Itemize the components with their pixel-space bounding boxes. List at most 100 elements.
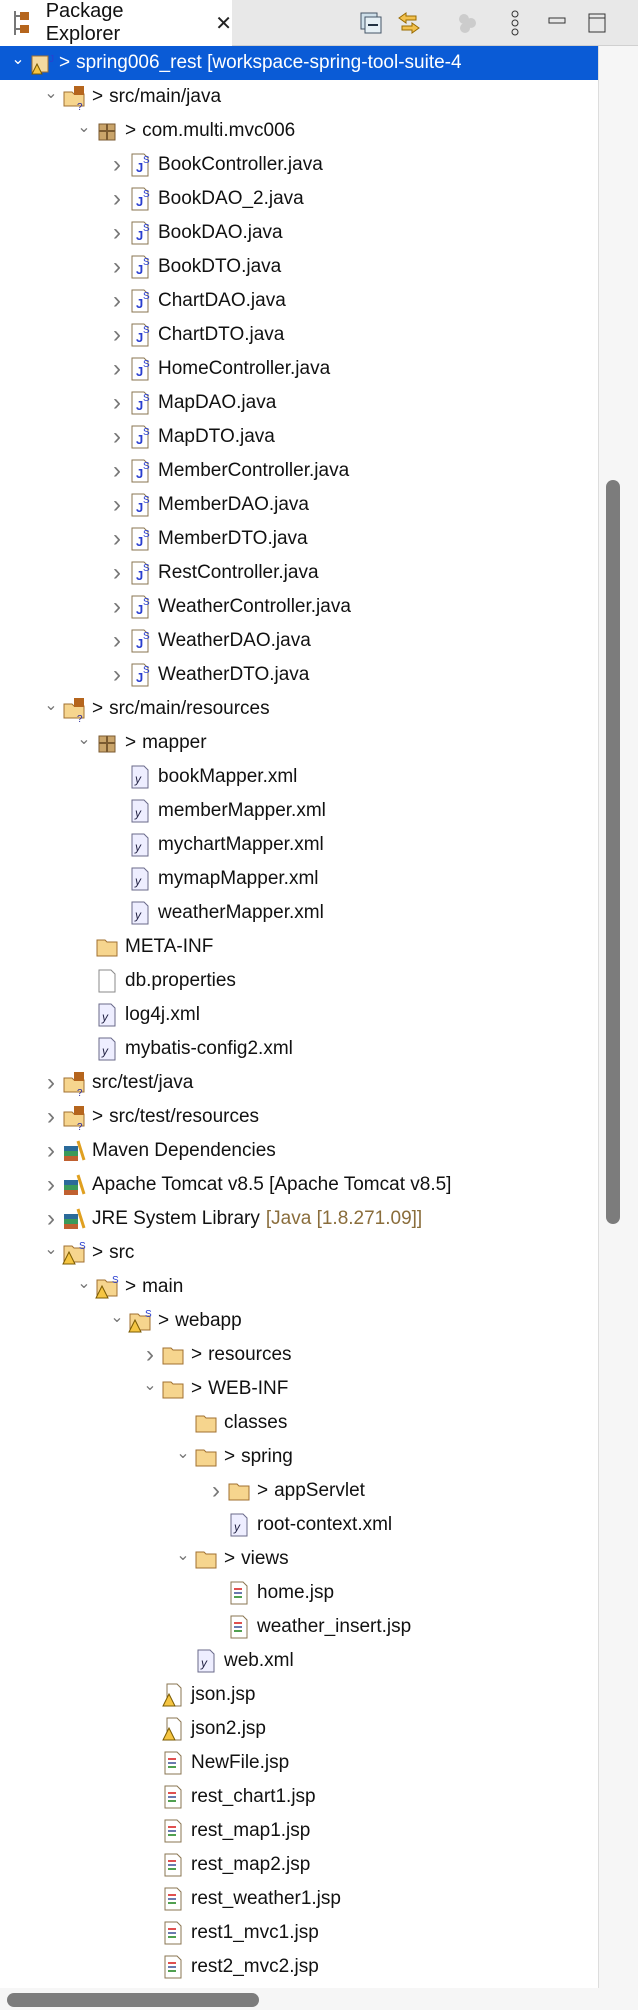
tree-item[interactable]: › J S WeatherDAO.java — [0, 624, 598, 658]
tree-item[interactable]: › J S MemberController.java — [0, 454, 598, 488]
chevron-down-icon[interactable]: ⌄ — [40, 695, 62, 715]
tree-item[interactable]: › J S WeatherController.java — [0, 590, 598, 624]
maximize-icon[interactable] — [582, 8, 612, 38]
horizontal-scroll-thumb[interactable] — [7, 1993, 259, 2007]
tree-item[interactable]: ⌄ J > spring006_rest [workspace-spring-tool… — [0, 46, 598, 80]
tree-item[interactable]: y mybatis-config2.xml — [0, 1032, 598, 1066]
chevron-down-icon[interactable]: ⌄ — [73, 729, 95, 749]
package-tree[interactable]: ⌄ J > spring006_rest [workspace-spring-tool… — [0, 46, 598, 1988]
tree-item[interactable]: › J S WeatherDTO.java — [0, 658, 598, 692]
chevron-right-icon[interactable]: › — [106, 389, 128, 417]
tree-item[interactable]: ⌄ S > webapp — [0, 1304, 598, 1338]
tree-item[interactable]: › J S BookDTO.java — [0, 250, 598, 284]
tree-item[interactable]: ⌄? > src/main/resources — [0, 692, 598, 726]
tree-item[interactable]: › J S MapDAO.java — [0, 386, 598, 420]
chevron-right-icon[interactable]: › — [106, 593, 128, 621]
tree-item[interactable]: META-INF — [0, 930, 598, 964]
chevron-down-icon[interactable]: ⌄ — [40, 1239, 62, 1259]
chevron-right-icon[interactable]: › — [106, 491, 128, 519]
tree-item[interactable]: ›? src/test/java — [0, 1066, 598, 1100]
tree-item[interactable]: › Apache Tomcat v8.5 [Apache Tomcat v8.5] — [0, 1168, 598, 1202]
tree-item[interactable]: y mymapMapper.xml — [0, 862, 598, 896]
tree-item[interactable]: rest_chart1.jsp — [0, 1780, 598, 1814]
tree-item[interactable]: › Maven Dependencies — [0, 1134, 598, 1168]
chevron-right-icon[interactable]: › — [106, 525, 128, 553]
tree-item[interactable]: weather_insert.jsp — [0, 1610, 598, 1644]
tree-item[interactable]: › J S MemberDTO.java — [0, 522, 598, 556]
chevron-right-icon[interactable]: › — [40, 1069, 62, 1097]
tree-item[interactable]: › J S BookDAO_2.java — [0, 182, 598, 216]
tree-item[interactable]: y mychartMapper.xml — [0, 828, 598, 862]
chevron-right-icon[interactable]: › — [106, 627, 128, 655]
tree-item[interactable]: json2.jsp — [0, 1712, 598, 1746]
tree-item[interactable]: rest_weather1.jsp — [0, 1882, 598, 1916]
tree-item[interactable]: › J S RestController.java — [0, 556, 598, 590]
tree-item[interactable]: NewFile.jsp — [0, 1746, 598, 1780]
tree-item[interactable]: db.properties — [0, 964, 598, 998]
tree-item[interactable]: ⌄? > src/main/java — [0, 80, 598, 114]
close-icon[interactable]: ✕ — [215, 11, 232, 36]
chevron-down-icon[interactable]: ⌄ — [106, 1307, 128, 1327]
horizontal-scrollbar[interactable] — [0, 1988, 638, 2010]
chevron-right-icon[interactable]: › — [106, 423, 128, 451]
chevron-right-icon[interactable]: › — [40, 1205, 62, 1233]
chevron-down-icon[interactable]: ⌄ — [139, 1375, 161, 1395]
tree-item[interactable]: ⌄ > views — [0, 1542, 598, 1576]
chevron-right-icon[interactable]: › — [106, 457, 128, 485]
tree-item[interactable]: json.jsp — [0, 1678, 598, 1712]
tree-item[interactable]: y log4j.xml — [0, 998, 598, 1032]
tab-package-explorer[interactable]: Package Explorer ✕ — [0, 0, 232, 46]
chevron-right-icon[interactable]: › — [106, 253, 128, 281]
minimize-icon[interactable] — [542, 8, 572, 38]
chevron-right-icon[interactable]: › — [106, 661, 128, 689]
chevron-right-icon[interactable]: › — [40, 1137, 62, 1165]
tree-item[interactable]: y memberMapper.xml — [0, 794, 598, 828]
chevron-right-icon[interactable]: › — [40, 1171, 62, 1199]
tree-item[interactable]: ⌄ S > src — [0, 1236, 598, 1270]
chevron-right-icon[interactable]: › — [40, 1103, 62, 1131]
tree-item[interactable]: › J S ChartDTO.java — [0, 318, 598, 352]
tree-item[interactable]: classes — [0, 1406, 598, 1440]
tree-item[interactable]: rest_map1.jsp — [0, 1814, 598, 1848]
link-with-editor-icon[interactable] — [394, 8, 424, 38]
chevron-right-icon[interactable]: › — [205, 1477, 227, 1505]
chevron-right-icon[interactable]: › — [106, 355, 128, 383]
vertical-scrollbar[interactable] — [598, 46, 638, 1988]
tree-item[interactable]: rest_map2.jsp — [0, 1848, 598, 1882]
tree-item[interactable]: ⌄ > com.multi.mvc006 — [0, 114, 598, 148]
collapse-all-icon[interactable] — [356, 8, 386, 38]
tree-item[interactable]: y weatherMapper.xml — [0, 896, 598, 930]
chevron-down-icon[interactable]: ⌄ — [172, 1545, 194, 1565]
tree-item[interactable]: › JRE System Library [Java [1.8.271.09]] — [0, 1202, 598, 1236]
tree-item[interactable]: ⌄ > WEB-INF — [0, 1372, 598, 1406]
chevron-right-icon[interactable]: › — [106, 287, 128, 315]
tree-item[interactable]: › J S BookDAO.java — [0, 216, 598, 250]
tree-item[interactable]: ⌄ > mapper — [0, 726, 598, 760]
chevron-down-icon[interactable]: ⌄ — [7, 49, 29, 69]
chevron-down-icon[interactable]: ⌄ — [172, 1443, 194, 1463]
tree-item[interactable]: › J S BookController.java — [0, 148, 598, 182]
chevron-right-icon[interactable]: › — [106, 219, 128, 247]
tree-item[interactable]: › J S MemberDAO.java — [0, 488, 598, 522]
chevron-right-icon[interactable]: › — [106, 151, 128, 179]
tree-item[interactable]: y web.xml — [0, 1644, 598, 1678]
tree-item[interactable]: rest1_mvc1.jsp — [0, 1916, 598, 1950]
tree-item[interactable]: rest2_mvc2.jsp — [0, 1950, 598, 1984]
view-menu-icon[interactable] — [500, 8, 530, 38]
chevron-right-icon[interactable]: › — [139, 1341, 161, 1369]
chevron-right-icon[interactable]: › — [106, 321, 128, 349]
tree-item[interactable]: y bookMapper.xml — [0, 760, 598, 794]
chevron-down-icon[interactable]: ⌄ — [73, 117, 95, 137]
tree-item[interactable]: y root-context.xml — [0, 1508, 598, 1542]
tree-item[interactable]: ⌄ S > main — [0, 1270, 598, 1304]
vertical-scroll-thumb[interactable] — [606, 480, 620, 1224]
tree-item[interactable]: › J S HomeController.java — [0, 352, 598, 386]
tree-item[interactable]: ⌄ > spring — [0, 1440, 598, 1474]
tree-item[interactable]: › > resources — [0, 1338, 598, 1372]
tree-item[interactable]: home.jsp — [0, 1576, 598, 1610]
tree-item[interactable]: ›? > src/test/resources — [0, 1100, 598, 1134]
tree-item[interactable]: › J S ChartDAO.java — [0, 284, 598, 318]
chevron-right-icon[interactable]: › — [106, 185, 128, 213]
chevron-right-icon[interactable]: › — [106, 559, 128, 587]
chevron-down-icon[interactable]: ⌄ — [40, 83, 62, 103]
